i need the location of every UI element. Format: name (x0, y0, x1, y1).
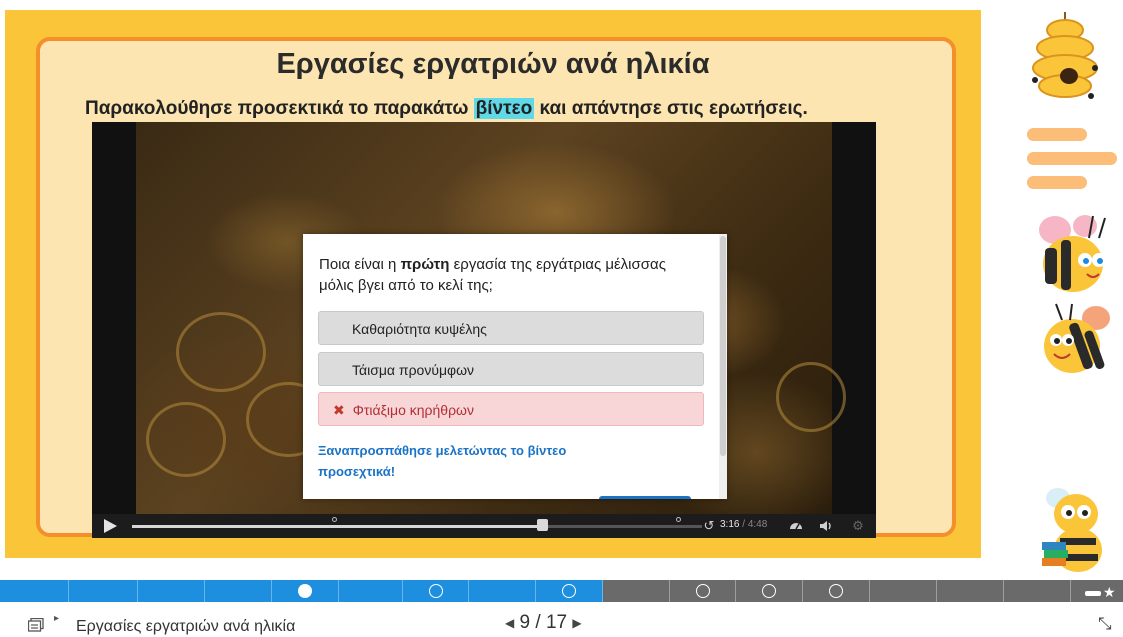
interaction-marker (762, 584, 776, 598)
honeycomb-cell (176, 312, 266, 392)
page-separator: / (535, 612, 541, 633)
video-duration: 4:48 (747, 519, 768, 530)
progress-segment[interactable] (138, 580, 205, 602)
question-text: Ποια είναι η πρώτη εργασία της εργάτριας… (319, 254, 699, 296)
progress-segment[interactable] (803, 580, 870, 602)
slide-instructions: Παρακολούθησε προσεκτικά το παρακάτω βίν… (85, 98, 808, 120)
summary-star-icon[interactable]: ★ (1085, 584, 1116, 601)
bee-icon (1044, 303, 1110, 373)
slide-progress-bar: ★ (0, 580, 1123, 602)
menu-line (1027, 152, 1117, 165)
presentation-stage: Εργασίες εργατριών ανά ηλικία Παρακολούθ… (0, 0, 1123, 637)
progress-segment[interactable] (670, 580, 736, 602)
progress-segment[interactable] (603, 580, 670, 602)
menu-lines-icon[interactable] (1027, 128, 1117, 196)
popup-scrollbar[interactable] (719, 234, 727, 499)
slide-menu-icon[interactable] (28, 618, 44, 632)
footer: ▸ Εργασίες εργατριών ανά ηλικία ◀ 9 / 17… (0, 602, 1123, 637)
volume-icon[interactable] (818, 518, 834, 534)
previous-slide-icon[interactable]: ◀ (505, 616, 514, 630)
time-separator: / (739, 519, 748, 530)
progress-segment[interactable] (937, 580, 1004, 602)
seek-bar[interactable] (132, 517, 702, 531)
progress-segment[interactable] (736, 580, 803, 602)
retry-button[interactable] (599, 496, 691, 499)
settings-icon[interactable]: ⚙ (850, 518, 866, 534)
caret-icon: ▸ (54, 613, 60, 624)
progress-segment[interactable] (403, 580, 469, 602)
progress-segment[interactable] (339, 580, 403, 602)
answer-option-2[interactable]: Τάισμα προνύμφων (318, 352, 704, 386)
answer-label: Καθαριότητα κυψέλης (352, 321, 487, 337)
footer-title: Εργασίες εργατριών ανά ηλικία (76, 618, 296, 635)
question-emphasis: πρώτη (400, 256, 450, 273)
current-page: 9 (519, 612, 531, 633)
next-slide-icon[interactable]: ▶ (572, 616, 581, 630)
slide-title: Εργασίες εργατριών ανά ηλικία (276, 48, 710, 80)
interaction-marker (829, 584, 843, 598)
progress-segment[interactable] (1004, 580, 1071, 602)
interaction-marker (428, 584, 443, 598)
reading-bee-icon (1042, 488, 1102, 572)
instructions-text-start: Παρακολούθησε προσεκτικά το παρακάτω (85, 98, 474, 119)
interaction-marker[interactable] (676, 517, 681, 522)
instructions-text-end: και απάντησε στις ερωτήσεις. (534, 98, 808, 119)
instructions-highlight: βίντεο (473, 98, 535, 119)
play-icon[interactable] (104, 519, 117, 533)
progress-segment[interactable] (205, 580, 272, 602)
progress-segment[interactable] (469, 580, 536, 602)
honeycomb-cell (776, 362, 846, 432)
answer-label: Τάισμα προνύμφων (352, 362, 475, 378)
current-slide-marker (298, 584, 312, 598)
feedback-message: Ξαναπροσπάθησε μελετώντας το βίντεο προσ… (318, 443, 567, 479)
progress-segment[interactable] (536, 580, 603, 602)
rewind-icon[interactable]: ↺ (701, 518, 717, 534)
interaction-marker[interactable] (332, 517, 337, 522)
progress-segment[interactable] (870, 580, 937, 602)
seek-progress (132, 525, 543, 528)
progress-segment-current[interactable] (272, 580, 339, 602)
interaction-marker (562, 584, 576, 598)
wrong-answer-icon: ✖ (333, 402, 345, 418)
bee-icon (1039, 215, 1106, 292)
question-popup: Ποια είναι η πρώτη εργασία της εργάτριας… (303, 234, 727, 499)
answer-option-3-wrong[interactable]: ✖ Φτιάξιμο κηρήθρων (318, 392, 704, 426)
seek-handle[interactable] (537, 519, 549, 531)
menu-line (1027, 176, 1087, 189)
question-text-start: Ποια είναι η (319, 256, 401, 273)
beehive-icon (1032, 12, 1098, 99)
current-time: 3:16 (720, 519, 740, 530)
video-time: 3:16 / 4:48 (720, 519, 767, 530)
progress-segment[interactable] (69, 580, 138, 602)
scrollbar-thumb[interactable] (720, 236, 726, 456)
answer-label: Φτιάξιμο κηρήθρων (352, 402, 474, 418)
interaction-marker (695, 584, 710, 598)
speed-icon[interactable] (788, 518, 804, 534)
honeycomb-cell (146, 402, 226, 477)
video-controls: ↺ 3:16 / 4:48 ⚙ (92, 514, 876, 538)
slide-pager: ◀ 9 / 17 ▶ (505, 612, 582, 634)
exit-fullscreen-icon[interactable]: ⤡ (1098, 614, 1112, 634)
total-pages: 17 (545, 612, 568, 633)
menu-line (1027, 128, 1087, 141)
answer-option-1[interactable]: Καθαριότητα κυψέλης (318, 311, 704, 345)
progress-segment[interactable] (0, 580, 69, 602)
